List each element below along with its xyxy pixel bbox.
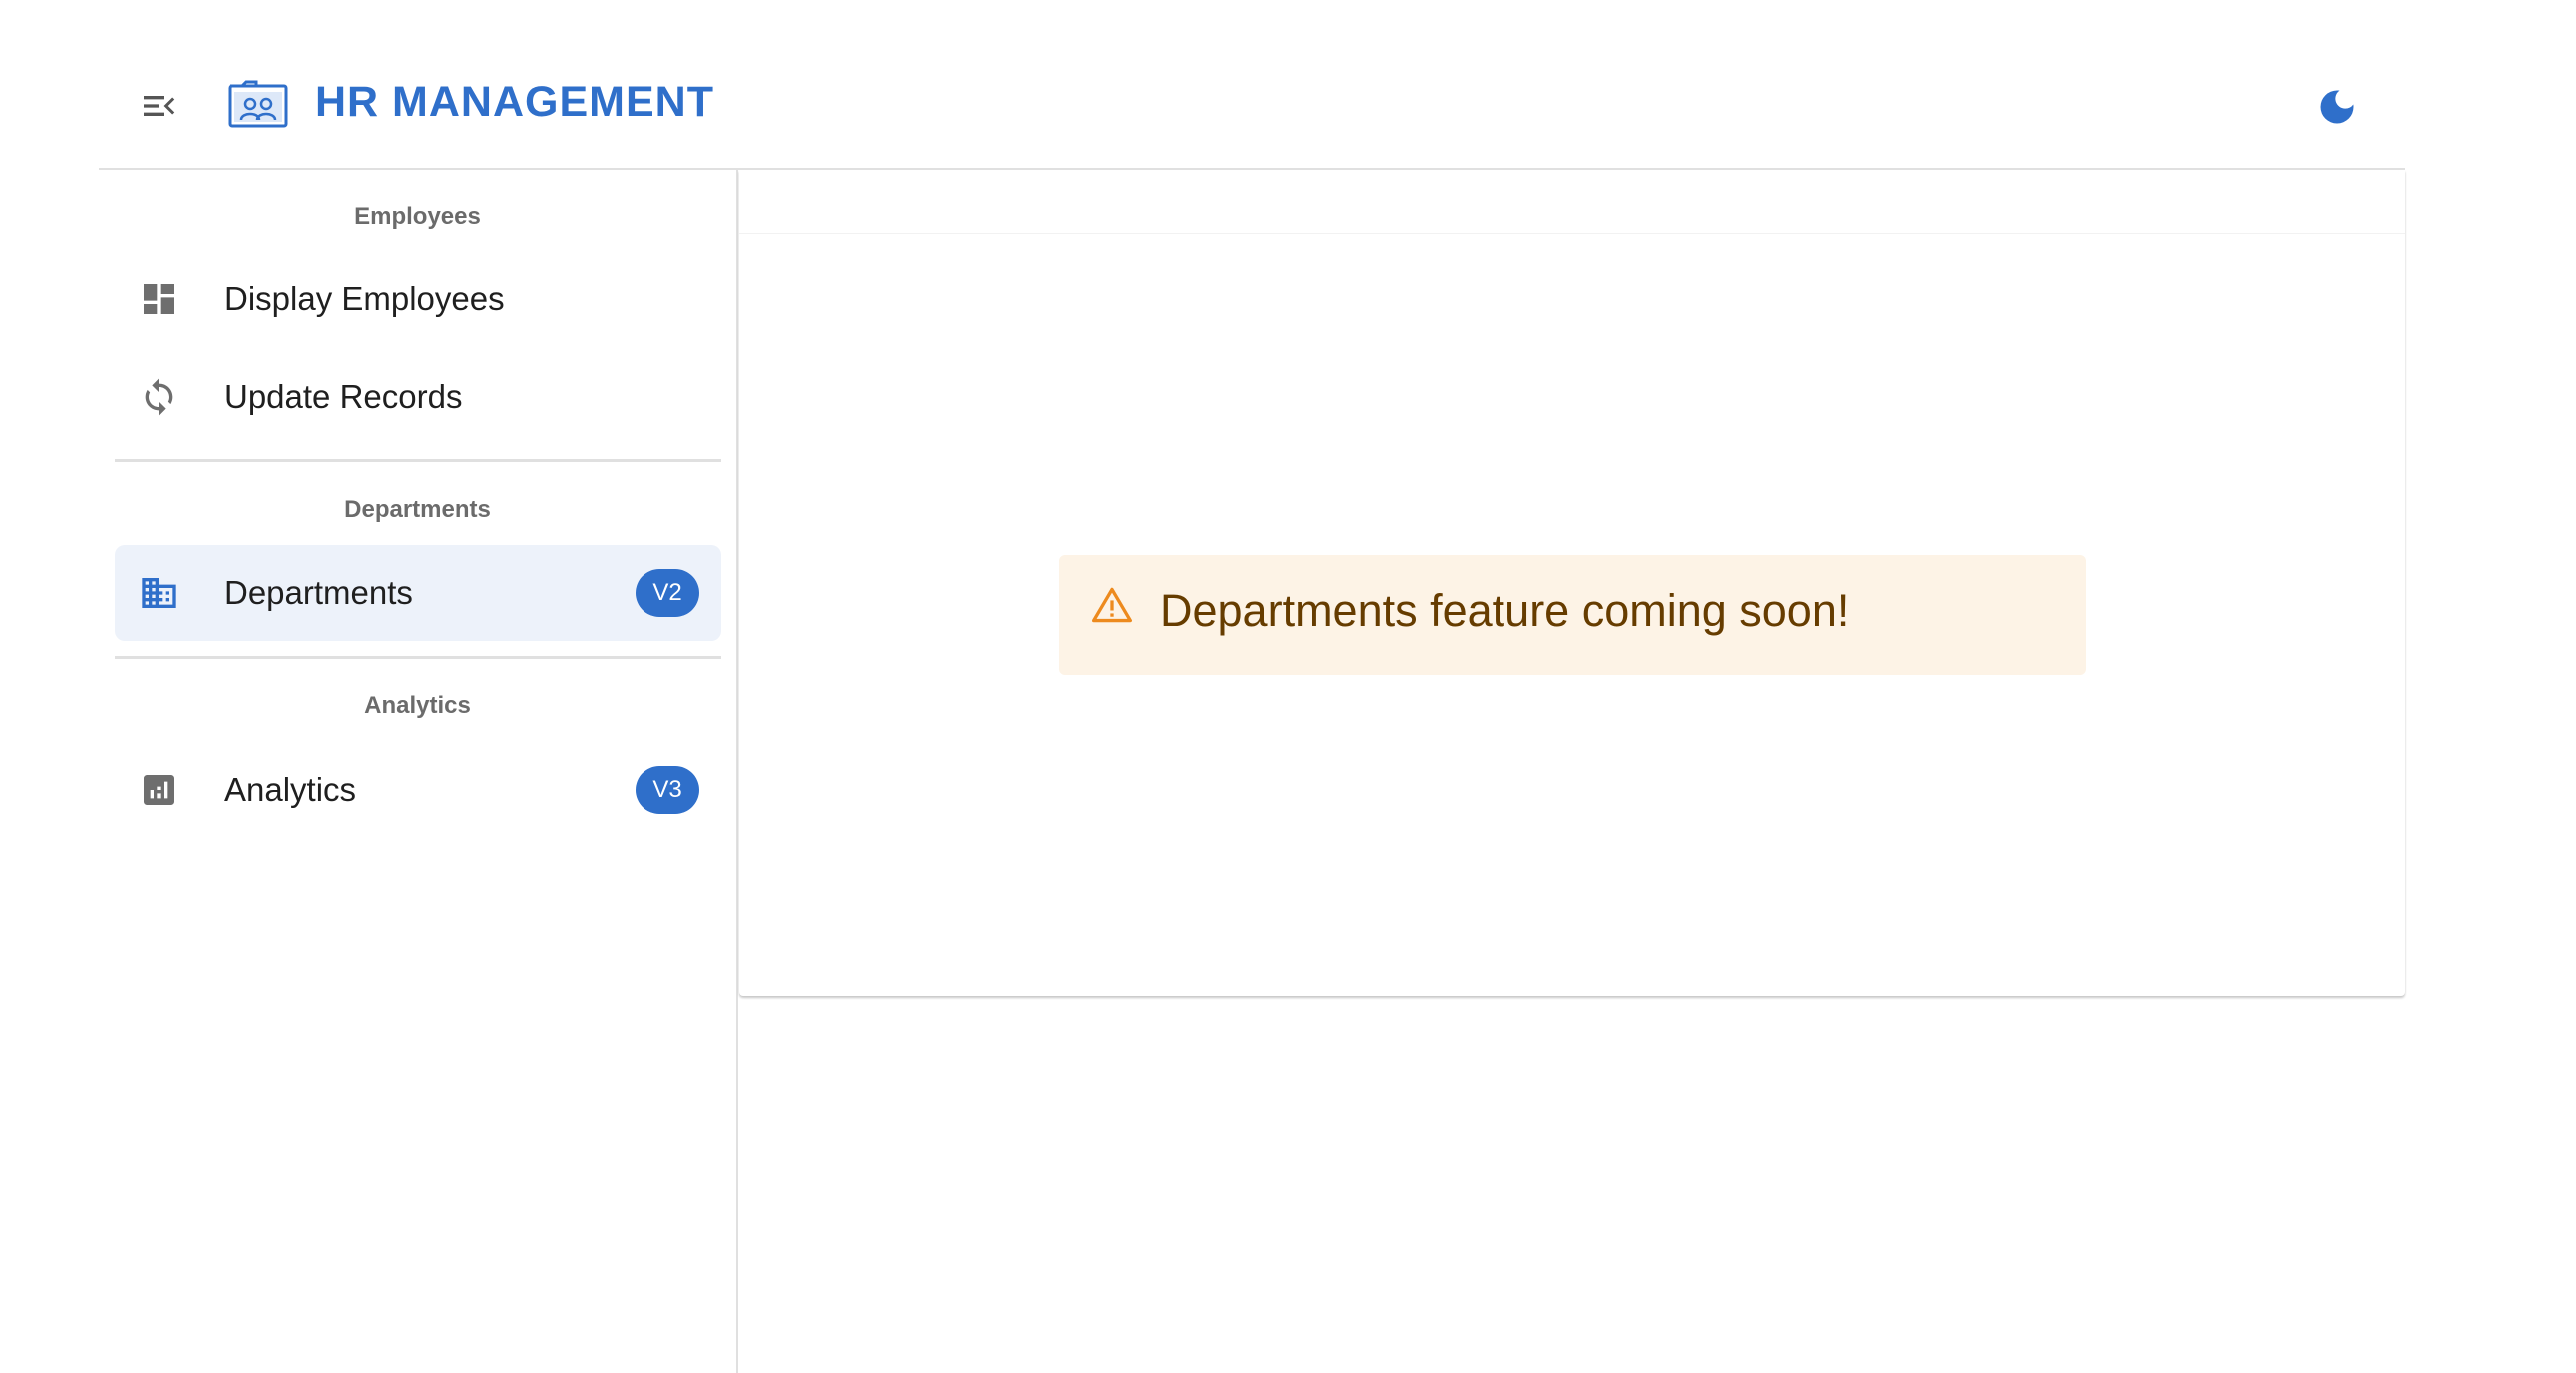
app-title: HR MANAGEMENT	[315, 78, 714, 126]
sidebar-item-update-records[interactable]: Update Records	[115, 349, 721, 445]
content-card: Departments feature coming soon!	[739, 170, 2405, 996]
divider	[115, 656, 721, 659]
moon-icon[interactable]	[2310, 80, 2363, 134]
warning-alert: Departments feature coming soon!	[1059, 555, 2086, 675]
warning-icon	[1090, 583, 1134, 627]
alert-message: Departments feature coming soon!	[1160, 585, 1850, 636]
sync-icon	[139, 377, 179, 417]
sidebar-item-analytics[interactable]: Analytics V3	[115, 742, 721, 838]
sidebar-item-departments[interactable]: Departments V2	[115, 545, 721, 641]
section-header-analytics: Analytics	[364, 692, 471, 719]
sidebar-item-label: Departments	[224, 574, 413, 611]
sidebar-item-label: Analytics	[224, 771, 357, 808]
version-badge: V3	[636, 766, 699, 814]
sidebar-item-label: Display Employees	[224, 280, 505, 317]
version-badge: V2	[636, 569, 699, 617]
sidebar-item-label: Update Records	[224, 378, 463, 415]
bar-chart-icon	[139, 770, 179, 810]
menu-collapse-icon[interactable]	[135, 82, 183, 130]
section-header-employees: Employees	[354, 203, 481, 229]
card-toolbar	[739, 170, 2405, 234]
sidebar-item-display-employees[interactable]: Display Employees	[115, 251, 721, 347]
hr-logo-icon	[228, 80, 288, 130]
section-header-departments: Departments	[344, 496, 491, 523]
app-header: HR MANAGEMENT	[99, 0, 2405, 170]
dashboard-icon	[139, 279, 179, 319]
divider	[115, 459, 721, 462]
sidebar: Employees Display Employees Update Recor…	[99, 170, 738, 1373]
building-icon	[139, 573, 179, 613]
